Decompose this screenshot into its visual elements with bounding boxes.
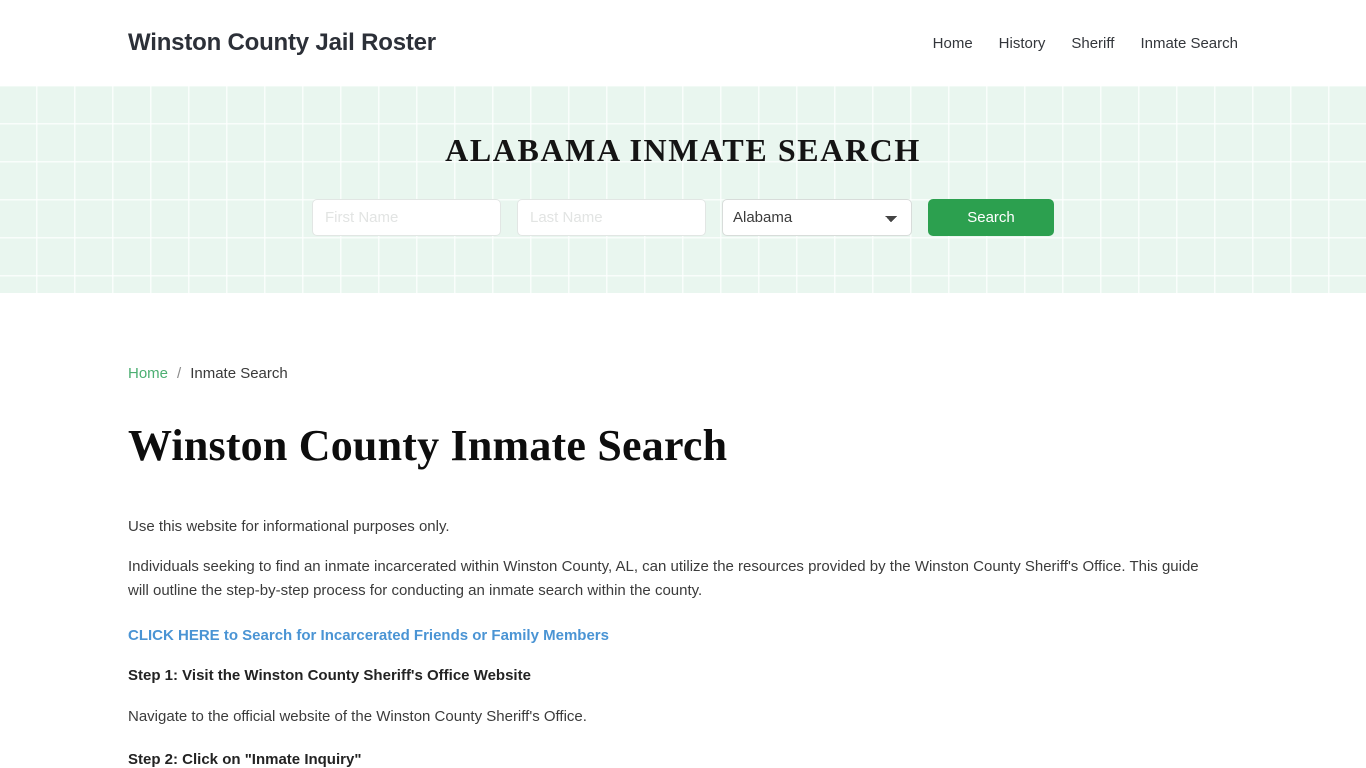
detail-paragraph: Individuals seeking to find an inmate in… [128, 558, 1199, 599]
step-2-heading: Step 2: Click on "Inmate Inquiry" [128, 751, 362, 768]
site-header: Winston County Jail Roster Home History … [0, 0, 1366, 86]
step-1-heading: Step 1: Visit the Winston County Sheriff… [128, 667, 531, 684]
breadcrumb: Home / Inmate Search [128, 293, 1238, 382]
inmate-search-form: Alabama Search [312, 199, 1054, 236]
main-navigation: Home History Sheriff Inmate Search [933, 35, 1238, 52]
breadcrumb-link-home[interactable]: Home [128, 365, 168, 382]
state-select[interactable]: Alabama [722, 199, 912, 236]
nav-item-home[interactable]: Home [933, 35, 973, 52]
site-title: Winston County Jail Roster [128, 29, 436, 56]
nav-item-history[interactable]: History [999, 35, 1046, 52]
main-content: Home / Inmate Search Winston County Inma… [0, 293, 1366, 768]
search-button[interactable]: Search [928, 199, 1054, 236]
breadcrumb-separator: / [177, 365, 182, 382]
hero-search-section: ALABAMA INMATE SEARCH Alabama Search [0, 86, 1366, 293]
page-title: Winston County Inmate Search [128, 421, 728, 470]
breadcrumb-current: Inmate Search [190, 365, 288, 382]
inmate-search-cta-link[interactable]: CLICK HERE to Search for Incarcerated Fr… [128, 627, 609, 644]
first-name-input[interactable] [312, 199, 501, 236]
step-1-text: Navigate to the official website of the … [128, 708, 587, 725]
nav-item-sheriff[interactable]: Sheriff [1071, 35, 1114, 52]
intro-paragraph: Use this website for informational purpo… [128, 518, 450, 535]
hero-title: ALABAMA INMATE SEARCH [445, 132, 921, 168]
nav-item-inmate-search[interactable]: Inmate Search [1140, 35, 1238, 52]
last-name-input[interactable] [517, 199, 706, 236]
